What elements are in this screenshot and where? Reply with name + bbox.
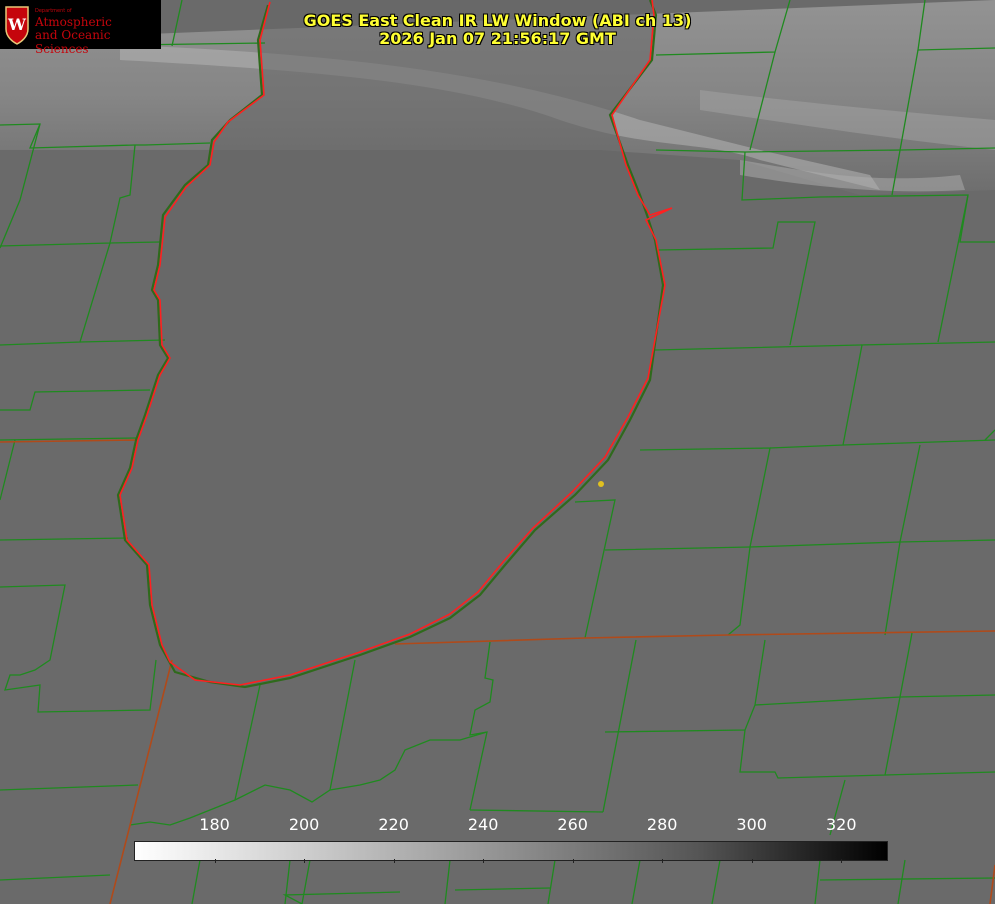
- satellite-image-map: [0, 0, 995, 904]
- image-timestamp: 2026 Jan 07 21:56:17 GMT: [379, 29, 616, 48]
- image-title: GOES East Clean IR LW Window (ABI ch 13): [303, 11, 692, 30]
- crest-letter: W: [7, 15, 27, 34]
- location-marker: [598, 481, 604, 487]
- logo-line2: and Oceanic Sciences: [35, 28, 111, 56]
- uw-crest-icon: W: [5, 6, 29, 45]
- logo-line1: Atmospheric: [35, 15, 112, 29]
- logo-dept-text: Department of: [35, 8, 72, 14]
- aos-logo: W Department of Atmospheric and Oceanic …: [0, 0, 161, 56]
- colorbar: [134, 841, 888, 861]
